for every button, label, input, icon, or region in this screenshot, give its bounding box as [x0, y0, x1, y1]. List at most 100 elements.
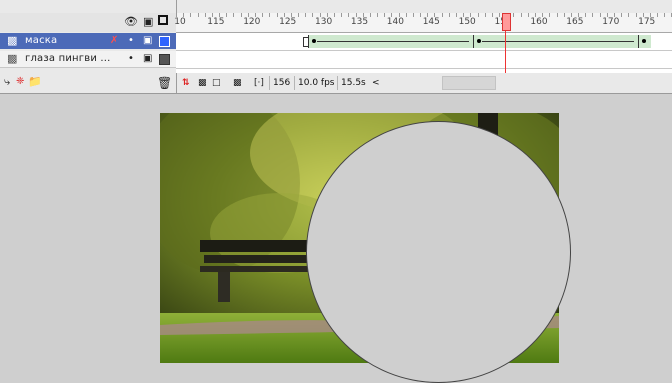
layer-row-mask[interactable]: ▩ маска ✗ • ▣ [0, 33, 176, 49]
ruler-tick [405, 13, 407, 17]
frame-row-eyes[interactable] [176, 51, 672, 69]
ruler-tick [657, 13, 659, 17]
ruler-tick [262, 13, 264, 17]
timeline-scrollbar[interactable] [442, 76, 496, 90]
ruler-label: 10 [174, 17, 186, 27]
ruler-tick [276, 13, 278, 17]
ruler-tick [527, 13, 529, 17]
ruler-tick [563, 13, 565, 17]
ruler-tick [377, 13, 379, 17]
playhead-marker[interactable] [502, 13, 511, 31]
ruler-tick [312, 13, 314, 17]
ruler-label: 125 [279, 17, 297, 27]
edit-multiple-icon[interactable]: ▩ [233, 76, 242, 90]
ruler-tick [621, 13, 623, 17]
visibility-dot[interactable]: • [128, 53, 134, 64]
ruler-tick [412, 13, 414, 17]
ruler-tick [556, 13, 558, 17]
scroll-left-icon[interactable]: < [369, 76, 383, 90]
ruler-label: 160 [530, 17, 548, 27]
ruler-tick [664, 13, 666, 17]
elapsed-time: 15.5s [337, 76, 369, 90]
ruler-tick [369, 13, 371, 17]
ruler-label: 170 [602, 17, 620, 27]
new-layer-icon[interactable]: ⤷ [4, 76, 10, 87]
onion-markers-icon[interactable]: [·] [254, 76, 264, 90]
ruler-tick [592, 13, 594, 17]
outline-color-box[interactable] [159, 54, 170, 65]
lock-toggle[interactable]: ▣ [143, 53, 152, 64]
ruler-tick [484, 13, 486, 17]
ruler-label: 120 [243, 17, 261, 27]
ruler-label: 145 [422, 17, 440, 27]
ruler-label: 130 [315, 17, 333, 27]
eye-icon[interactable]: 👁 [124, 16, 138, 28]
lock-toggle[interactable]: ▣ [143, 35, 152, 46]
frame-ruler[interactable]: 1011512012513013514014515015516016517017… [174, 13, 672, 33]
ruler-label: 150 [458, 17, 476, 27]
guide-icon[interactable]: ❈ [16, 76, 24, 87]
frames-area[interactable] [176, 33, 672, 73]
new-folder-icon[interactable]: 📁 [28, 76, 42, 87]
onion-skin-icon[interactable]: ▩ [198, 76, 207, 90]
motion-tween[interactable] [638, 35, 651, 48]
outline-color-box[interactable] [159, 36, 170, 47]
ruler-tick [348, 13, 350, 17]
layer-icon: ▩ [7, 34, 18, 47]
visibility-dot[interactable]: • [128, 35, 134, 46]
ruler-tick [333, 13, 335, 17]
circle-mask-shape[interactable] [306, 121, 571, 383]
layer-tools: ⤷ ❈ 📁 🗑 [0, 74, 176, 92]
pencil-icon[interactable]: ✗ [110, 35, 118, 46]
ruler-label: 175 [638, 17, 656, 27]
timeline-tools: ⇅ ▩ □ ▩ [·] 156 10.0 fps 15.5s < [176, 74, 672, 92]
layer-name: маска [25, 35, 58, 46]
ruler-tick [384, 13, 386, 17]
ruler-tick [635, 13, 637, 17]
ruler-label: 115 [207, 17, 225, 27]
stage[interactable] [0, 94, 672, 383]
ruler-label: 165 [566, 17, 584, 27]
ruler-tick [456, 13, 458, 17]
ruler-tick [513, 13, 515, 17]
ruler-tick [549, 13, 551, 17]
ruler-tick [628, 13, 630, 17]
frame-rate[interactable]: 10.0 fps [294, 76, 337, 90]
ruler-label: 140 [386, 17, 404, 27]
ruler-tick [420, 13, 422, 17]
ruler-tick [226, 13, 228, 17]
ruler-tick [477, 13, 479, 17]
motion-tween[interactable] [473, 35, 638, 48]
ruler-label: 135 [350, 17, 369, 27]
ruler-tick [197, 13, 199, 17]
frame-row-mask[interactable] [176, 33, 672, 51]
playhead-line [505, 31, 506, 73]
onion-outline-icon[interactable]: □ [212, 76, 221, 90]
layer-row-eyes[interactable]: ▩ глаза пингви ... • ▣ [0, 51, 176, 68]
ruler-tick [585, 13, 587, 17]
lock-icon[interactable]: ▣ [143, 16, 153, 28]
ruler-tick [298, 13, 300, 17]
ruler-tick [305, 13, 307, 17]
layers-panel: 👁 ▣ ▩ маска ✗ • ▣ ▩ глаза пингви ... • ▣… [0, 0, 177, 93]
timeline-panel: 👁 ▣ ▩ маска ✗ • ▣ ▩ глаза пингви ... • ▣… [0, 0, 672, 94]
current-frame: 156 [269, 76, 293, 90]
layer-icon: ▩ [7, 52, 18, 65]
outline-icon[interactable] [158, 15, 168, 25]
ruler-tick [341, 13, 343, 17]
motion-tween[interactable] [308, 35, 473, 48]
ruler-tick [441, 13, 443, 17]
ruler-tick [491, 13, 493, 17]
ruler-tick [599, 13, 601, 17]
ruler-tick [233, 13, 235, 17]
ruler-tick [204, 13, 206, 17]
ruler-tick [520, 13, 522, 17]
ruler-tick [269, 13, 271, 17]
ruler-tick [190, 13, 192, 17]
center-frame-icon[interactable]: ⇅ [182, 76, 190, 90]
trash-icon[interactable]: 🗑 [157, 76, 172, 90]
ruler-tick [240, 13, 242, 17]
ruler-tick [448, 13, 450, 17]
layer-name: глаза пингви ... [25, 53, 111, 64]
layers-header: 👁 ▣ [0, 13, 176, 32]
